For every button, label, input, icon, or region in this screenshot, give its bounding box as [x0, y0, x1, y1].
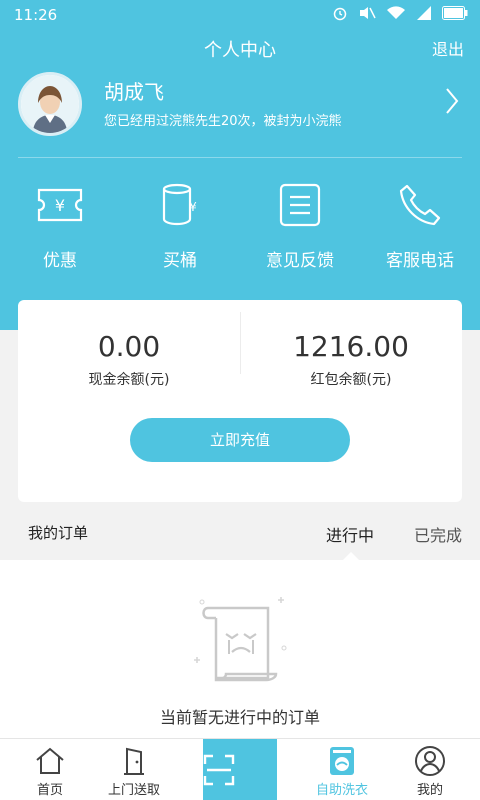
- svg-text:¥: ¥: [189, 200, 197, 214]
- tab-completed[interactable]: 已完成: [414, 522, 462, 546]
- status-icons: [332, 5, 468, 25]
- scan-button[interactable]: [203, 739, 277, 800]
- nav-label: 自助洗衣: [315, 783, 368, 798]
- nav-label: 我的: [416, 783, 443, 798]
- nav-mine[interactable]: 我的: [382, 739, 478, 800]
- cash-balance-value: 0.00: [97, 330, 161, 363]
- redpacket-balance-label: 红包余额(元): [310, 372, 392, 388]
- redpacket-balance-value: 1216.00: [293, 330, 409, 363]
- active-tab-indicator: [343, 552, 359, 560]
- quick-action-label: 客服电话: [386, 251, 454, 271]
- quick-actions: ¥ 优惠 ¥ 买桶 意见反馈 客服电话: [0, 168, 480, 278]
- profile-row[interactable]: 胡成飞 您已经用过浣熊先生20次，被封为小浣熊: [0, 70, 480, 142]
- header-divider: [18, 157, 462, 158]
- quick-action-label: 优惠: [43, 251, 77, 271]
- title-bar: 个人中心 退出: [0, 32, 480, 64]
- nav-label: 上门送取: [107, 783, 160, 798]
- phone-icon: [393, 178, 447, 232]
- cash-balance-label: 现金余额(元): [88, 372, 170, 388]
- washing-machine-icon: [326, 745, 358, 777]
- orders-empty-state: 当前暂无进行中的订单: [0, 560, 480, 738]
- status-bar: 11:26: [0, 0, 480, 32]
- orders-header: 我的订单 进行中 已完成: [0, 512, 480, 552]
- user-icon: [414, 745, 446, 777]
- page-title: 个人中心: [204, 40, 276, 61]
- empty-message: 当前暂无进行中的订单: [159, 708, 320, 727]
- bucket-icon: ¥: [153, 178, 207, 232]
- quick-action-phone[interactable]: 客服电话: [363, 168, 477, 278]
- logout-button[interactable]: 退出: [432, 36, 464, 60]
- quick-action-bucket[interactable]: ¥ 买桶: [123, 168, 237, 278]
- mute-icon: [358, 5, 376, 25]
- recharge-button[interactable]: 立即充值: [130, 418, 350, 462]
- cash-balance: 0.00 现金余额(元): [18, 330, 240, 389]
- home-icon: [34, 745, 66, 777]
- feedback-icon: [273, 178, 327, 232]
- user-name: 胡成飞: [104, 80, 164, 104]
- quick-action-coupon[interactable]: ¥ 优惠: [3, 168, 117, 278]
- nav-label: 首页: [36, 783, 63, 798]
- balance-card: 0.00 现金余额(元) 1216.00 红包余额(元) 立即充值: [18, 300, 462, 502]
- nav-pickup[interactable]: 上门送取: [86, 739, 182, 800]
- coupon-icon: ¥: [33, 178, 87, 232]
- quick-action-feedback[interactable]: 意见反馈: [243, 168, 357, 278]
- quick-action-label: 买桶: [163, 251, 197, 271]
- orders-title: 我的订单: [28, 524, 89, 542]
- user-description: 您已经用过浣熊先生20次，被封为小浣熊: [104, 114, 342, 129]
- empty-scroll-icon: [186, 588, 296, 698]
- redpacket-balance: 1216.00 红包余额(元): [240, 330, 462, 389]
- scan-icon: [203, 754, 277, 790]
- door-icon: [118, 745, 150, 777]
- status-time: 11:26: [14, 6, 58, 24]
- avatar[interactable]: [18, 72, 82, 136]
- nav-self-wash[interactable]: 自助洗衣: [294, 739, 390, 800]
- wifi-icon: [386, 5, 406, 25]
- alarm-icon: [332, 5, 348, 25]
- tab-in-progress[interactable]: 进行中: [326, 522, 374, 546]
- signal-icon: [416, 5, 432, 25]
- svg-text:¥: ¥: [55, 196, 65, 215]
- chevron-right-icon[interactable]: [444, 86, 460, 121]
- nav-home[interactable]: 首页: [2, 739, 98, 800]
- battery-icon: [442, 6, 468, 24]
- bottom-nav: 首页 上门送取 自助洗衣 我的: [0, 738, 480, 800]
- quick-action-label: 意见反馈: [266, 251, 334, 271]
